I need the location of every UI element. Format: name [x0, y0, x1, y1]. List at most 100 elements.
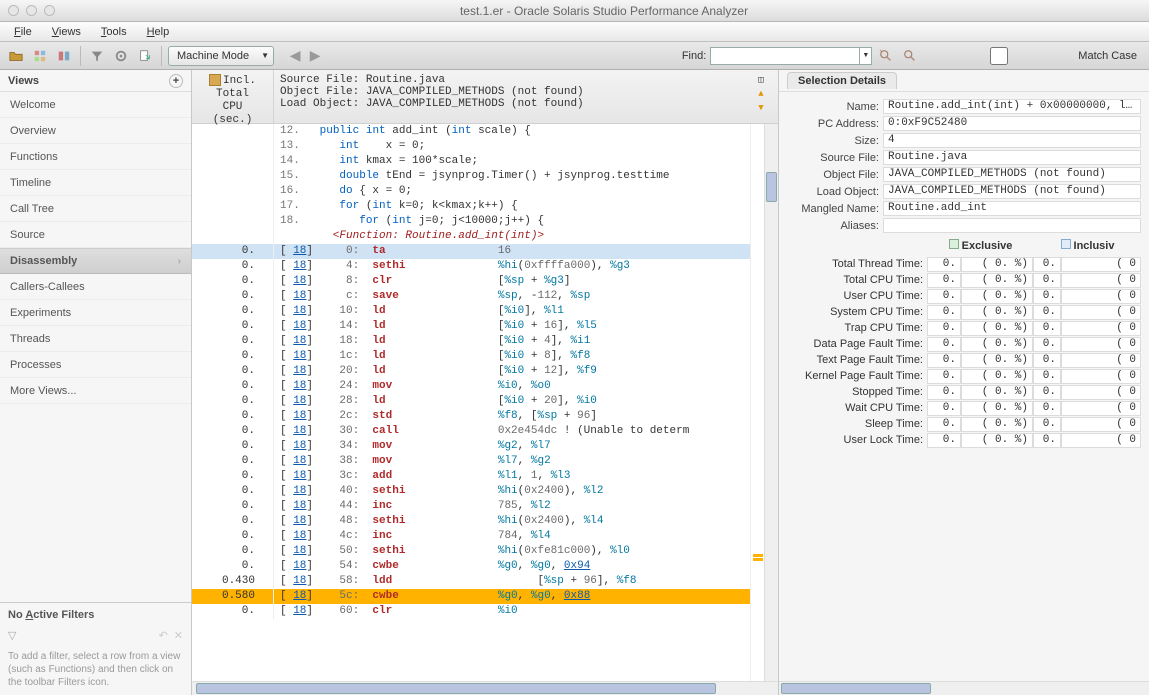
- code-row[interactable]: 0.[ 18] 0: ta 16: [192, 244, 750, 259]
- code-row[interactable]: 0.[ 18] 54: cwbe %g0, %g0, 0x94: [192, 559, 750, 574]
- sidebar-item-overview[interactable]: Overview: [0, 118, 191, 144]
- menubar: File Views Tools Help: [0, 22, 1149, 42]
- detail-row: PC Address:0:0xF9C52480: [787, 115, 1141, 132]
- sidebar-item-call-tree[interactable]: Call Tree: [0, 196, 191, 222]
- filter-undo-icon[interactable]: ↶: [159, 629, 168, 642]
- aggregate-icon[interactable]: [30, 46, 50, 66]
- code-row[interactable]: 0.430[ 18] 58: ldd [%sp + 96], %f8: [192, 574, 750, 589]
- code-row[interactable]: 0.[ 18] 30: call 0x2e454dc ! (Unable to …: [192, 424, 750, 439]
- code-row[interactable]: 0.[ 18] 48: sethi %hi(0x2400), %l4: [192, 514, 750, 529]
- sidebar-item-experiments[interactable]: Experiments: [0, 300, 191, 326]
- code-row[interactable]: 17. for (int k=0; k<kmax;k++) {: [192, 199, 750, 214]
- code-row[interactable]: 0.[ 18] 10: ld [%i0], %l1: [192, 304, 750, 319]
- code-row[interactable]: 0.[ 18] 24: mov %i0, %o0: [192, 379, 750, 394]
- code-row[interactable]: 0.[ 18] c: save %sp, -112, %sp: [192, 289, 750, 304]
- code-row[interactable]: 0.[ 18] 2c: std %f8, [%sp + 96]: [192, 409, 750, 424]
- menu-tools[interactable]: Tools: [93, 24, 135, 40]
- code-row[interactable]: 14. int kmax = 100*scale;: [192, 154, 750, 169]
- code-row[interactable]: 0.[ 18] 14: ld [%i0 + 16], %l5: [192, 319, 750, 334]
- sidebar-item-callers-callees[interactable]: Callers-Callees: [0, 274, 191, 300]
- sidebar-item-functions[interactable]: Functions: [0, 144, 191, 170]
- code-row[interactable]: <Function: Routine.add_int(int)>: [192, 229, 750, 244]
- code-row[interactable]: 12. public int add_int (int scale) {: [192, 124, 750, 139]
- find-prev-icon[interactable]: [876, 46, 896, 66]
- code-row[interactable]: 0.[ 18] 4c: inc 784, %l4: [192, 529, 750, 544]
- find-next-icon[interactable]: [900, 46, 920, 66]
- code-row[interactable]: 18. for (int j=0; j<10000;j++) {: [192, 214, 750, 229]
- down-arrow-icon[interactable]: ▼: [754, 102, 768, 114]
- code-row[interactable]: 16. do { x = 0;: [192, 184, 750, 199]
- sidebar-item-threads[interactable]: Threads: [0, 326, 191, 352]
- sidebar-item-source[interactable]: Source: [0, 222, 191, 248]
- inclusive-label: Inclusiv: [1074, 240, 1115, 252]
- code-row[interactable]: 15. double tEnd = jsynprog.Timer() + jsy…: [192, 169, 750, 184]
- detail-value[interactable]: JAVA_COMPILED_METHODS (not found): [883, 167, 1141, 182]
- open-icon[interactable]: [6, 46, 26, 66]
- code-row[interactable]: 0.[ 18] 8: clr [%sp + %g3]: [192, 274, 750, 289]
- sidebar-item-processes[interactable]: Processes: [0, 352, 191, 378]
- code-row[interactable]: 0.[ 18] 3c: add %l1, 1, %l3: [192, 469, 750, 484]
- details-tab[interactable]: Selection Details: [787, 72, 897, 89]
- match-case-checkbox[interactable]: [924, 47, 1074, 65]
- horizontal-scrollbar[interactable]: [192, 681, 778, 695]
- column-header: Incl. Total CPU (sec.) Source File: Rout…: [192, 70, 778, 124]
- settings-icon[interactable]: [111, 46, 131, 66]
- close-dot[interactable]: [8, 5, 19, 16]
- metric-column-header[interactable]: Incl. Total CPU (sec.): [192, 70, 274, 123]
- view-list: WelcomeOverviewFunctionsTimelineCall Tre…: [0, 92, 191, 404]
- export-icon[interactable]: [135, 46, 155, 66]
- menu-help[interactable]: Help: [139, 24, 178, 40]
- detail-value[interactable]: Routine.java: [883, 150, 1141, 165]
- detail-row: Size:4: [787, 132, 1141, 149]
- detail-value[interactable]: 0:0xF9C52480: [883, 116, 1141, 131]
- sidebar-item-timeline[interactable]: Timeline: [0, 170, 191, 196]
- sidebar-item-more-views-[interactable]: More Views...: [0, 378, 191, 404]
- code-area[interactable]: 12. public int add_int (int scale) {13. …: [192, 124, 750, 681]
- filter-icon[interactable]: [87, 46, 107, 66]
- filters-panel: No Active Filters ▽ ↶ ✕ To add a filter,…: [0, 602, 191, 695]
- min-dot[interactable]: [26, 5, 37, 16]
- code-row[interactable]: 0.[ 18] 40: sethi %hi(0x2400), %l2: [192, 484, 750, 499]
- code-row[interactable]: 0.[ 18] 44: inc 785, %l2: [192, 499, 750, 514]
- code-row[interactable]: 13. int x = 0;: [192, 139, 750, 154]
- add-view-button[interactable]: +: [169, 74, 183, 88]
- sidebar-item-disassembly[interactable]: Disassembly›: [0, 248, 191, 274]
- find-label: Find:: [682, 50, 706, 62]
- code-row[interactable]: 0.[ 18] 50: sethi %hi(0xfe81c000), %l0: [192, 544, 750, 559]
- code-row[interactable]: 0.[ 18] 38: mov %l7, %g2: [192, 454, 750, 469]
- vertical-scrollbar[interactable]: [764, 124, 778, 681]
- up-arrow-icon[interactable]: ▲: [754, 88, 768, 100]
- filter-clear-icon[interactable]: ✕: [174, 629, 183, 642]
- sidebar-item-welcome[interactable]: Welcome: [0, 92, 191, 118]
- code-row[interactable]: 0.[ 18] 34: mov %g2, %l7: [192, 439, 750, 454]
- find-input[interactable]: [710, 47, 860, 65]
- code-row[interactable]: 0.580[ 18] 5c: cwbe %g0, %g0, 0x88: [192, 589, 750, 604]
- code-row[interactable]: 0.[ 18] 28: ld [%i0 + 20], %i0: [192, 394, 750, 409]
- code-row[interactable]: 0.[ 18] 60: clr %i0: [192, 604, 750, 619]
- code-row[interactable]: 0.[ 18] 1c: ld [%i0 + 8], %f8: [192, 349, 750, 364]
- exclusive-label: Exclusive: [962, 240, 1013, 252]
- compare-icon[interactable]: [54, 46, 74, 66]
- detail-value[interactable]: 4: [883, 133, 1141, 148]
- detail-value[interactable]: [883, 218, 1141, 233]
- titlebar: test.1.er - Oracle Solaris Studio Perfor…: [0, 0, 1149, 22]
- filter-funnel-icon[interactable]: ▽: [8, 629, 16, 642]
- adjust-icon[interactable]: ◫: [754, 74, 768, 86]
- metric-row: System CPU Time:0.( 0. %)0.( 0: [787, 304, 1141, 320]
- overview-strip[interactable]: [750, 124, 764, 681]
- menu-views[interactable]: Views: [44, 24, 89, 40]
- code-row[interactable]: 0.[ 18] 4: sethi %hi(0xffffa000), %g3: [192, 259, 750, 274]
- code-row[interactable]: 0.[ 18] 20: ld [%i0 + 12], %f9: [192, 364, 750, 379]
- details-scrollbar[interactable]: [779, 681, 1149, 695]
- code-row[interactable]: 0.[ 18] 18: ld [%i0 + 4], %i1: [192, 334, 750, 349]
- back-button[interactable]: ◀: [286, 47, 304, 65]
- detail-value[interactable]: Routine.add_int(int) + 0x00000000, line: [883, 99, 1141, 114]
- mode-combo[interactable]: Machine Mode ▼: [168, 46, 274, 66]
- zoom-dot[interactable]: [44, 5, 55, 16]
- code-tools: ◫ ▲ ▼: [744, 70, 778, 123]
- detail-value[interactable]: JAVA_COMPILED_METHODS (not found): [883, 184, 1141, 199]
- menu-file[interactable]: File: [6, 24, 40, 40]
- detail-value[interactable]: Routine.add_int: [883, 201, 1141, 216]
- find-history-dropdown[interactable]: ▼: [860, 47, 872, 65]
- forward-button[interactable]: ▶: [306, 47, 324, 65]
